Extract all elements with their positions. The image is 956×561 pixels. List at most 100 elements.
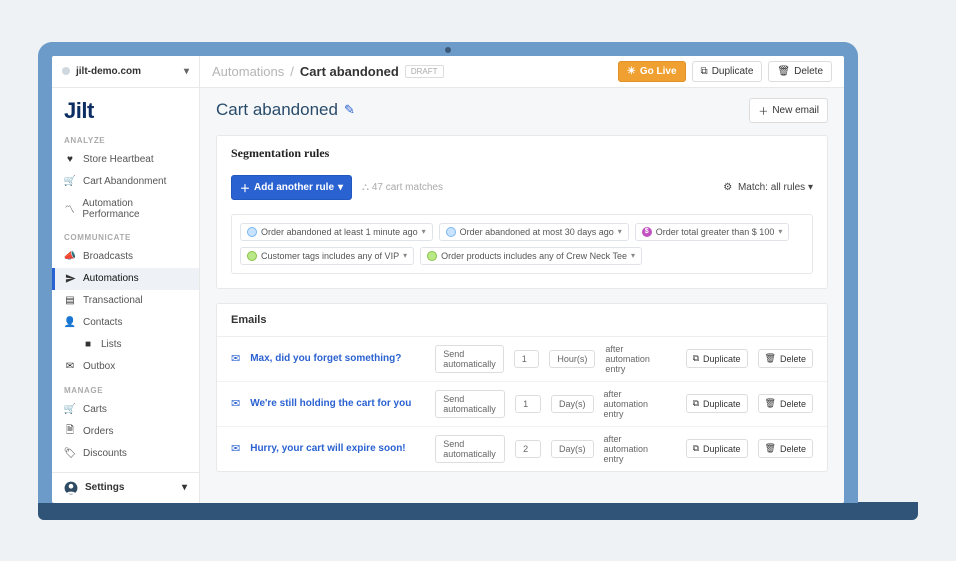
mail-icon: ✉ bbox=[64, 361, 76, 373]
domain-status-dot bbox=[62, 67, 70, 75]
sun-icon: ☀ bbox=[627, 66, 636, 77]
mail-icon: ✉ bbox=[231, 397, 240, 410]
nav-automation-perf[interactable]: 〽 Automation Performance bbox=[52, 193, 199, 225]
send-mode-select[interactable]: Send automatically bbox=[435, 345, 504, 373]
add-rule-label: Add another rule bbox=[254, 182, 334, 193]
after-label: after automation entry bbox=[604, 389, 666, 419]
email-subject-link[interactable]: Hurry, your cart will expire soon! bbox=[250, 443, 425, 454]
email-delete-button[interactable]: 🗑Delete bbox=[758, 439, 813, 458]
chevron-down-icon: ▾ bbox=[631, 251, 635, 260]
delay-unit-select[interactable]: Hour(s) bbox=[549, 350, 595, 368]
delay-amount-input[interactable]: 1 bbox=[515, 395, 541, 413]
list-icon: ▤ bbox=[64, 295, 76, 307]
line-chart-icon: 〽 bbox=[64, 203, 75, 215]
chevron-down-icon: ▾ bbox=[184, 66, 189, 77]
chevron-down-icon: ▾ bbox=[808, 182, 813, 193]
send-mode-select[interactable]: Send automatically bbox=[435, 435, 505, 463]
dollar-icon: $ bbox=[642, 227, 652, 237]
rule-pill[interactable]: Order abandoned at least 1 minute ago ▾ bbox=[240, 223, 433, 241]
nav-orders[interactable]: 🗎 Orders bbox=[52, 421, 199, 443]
nav-transactional[interactable]: ▤ Transactional bbox=[52, 290, 199, 312]
rule-text: Customer tags includes any of VIP bbox=[261, 251, 399, 261]
nav-label: Automation Performance bbox=[82, 198, 187, 220]
product-icon bbox=[427, 251, 437, 261]
delay-amount-input[interactable]: 1 bbox=[514, 350, 540, 368]
nav-carts[interactable]: 🛒 Carts bbox=[52, 399, 199, 421]
delete-label: Delete bbox=[794, 66, 823, 77]
chevron-down-icon: ▾ bbox=[778, 227, 782, 236]
edit-icon[interactable]: ✎ bbox=[344, 102, 355, 118]
nav-automations[interactable]: Automations bbox=[52, 268, 199, 290]
logo: Jilt bbox=[52, 88, 199, 128]
new-email-button[interactable]: ＋ New email bbox=[749, 98, 828, 123]
email-duplicate-button[interactable]: ⧉Duplicate bbox=[686, 349, 748, 368]
cart-icon: 🛒 bbox=[64, 404, 76, 416]
clock-icon bbox=[247, 227, 257, 237]
delay-unit-select[interactable]: Day(s) bbox=[551, 440, 594, 458]
rule-text: Order products includes any of Crew Neck… bbox=[441, 251, 627, 261]
breadcrumb-root[interactable]: Automations bbox=[212, 64, 284, 79]
nav-discounts[interactable]: 🏷 Discounts bbox=[52, 443, 199, 465]
emails-panel: Emails ✉ Max, did you forget something? … bbox=[216, 303, 828, 472]
after-label: after automation entry bbox=[605, 344, 665, 374]
clock-icon bbox=[446, 227, 456, 237]
copy-icon: ⧉ bbox=[693, 443, 699, 454]
rule-pill[interactable]: $ Order total greater than $ 100 ▾ bbox=[635, 223, 790, 241]
send-mode-select[interactable]: Send automatically bbox=[435, 390, 505, 418]
nav-label: Orders bbox=[83, 426, 114, 437]
user-icon: 👤 bbox=[64, 317, 76, 329]
tag-icon bbox=[247, 251, 257, 261]
nav-label: Discounts bbox=[83, 448, 127, 459]
email-delete-button[interactable]: 🗑Delete bbox=[758, 394, 813, 413]
go-live-label: Go Live bbox=[640, 66, 677, 77]
chevron-down-icon: ▾ bbox=[618, 227, 622, 236]
settings-label: Settings bbox=[85, 482, 124, 493]
draft-badge: DRAFT bbox=[405, 65, 444, 78]
rule-pill[interactable]: Order products includes any of Crew Neck… bbox=[420, 247, 642, 265]
square-icon: ■ bbox=[82, 339, 94, 351]
match-scope-label: Match: all rules bbox=[738, 182, 805, 193]
duplicate-button[interactable]: ⧉ Duplicate bbox=[692, 61, 763, 82]
domain-selector[interactable]: jilt-demo.com ▾ bbox=[52, 56, 199, 88]
content: Automations / Cart abandoned DRAFT ☀ Go … bbox=[200, 56, 844, 503]
nav-lists[interactable]: ■ Lists bbox=[52, 334, 199, 356]
nav-label: Carts bbox=[83, 404, 107, 415]
trash-icon: 🗑 bbox=[777, 66, 790, 77]
email-delete-button[interactable]: 🗑Delete bbox=[758, 349, 813, 368]
delete-button[interactable]: 🗑 Delete bbox=[768, 61, 832, 82]
email-duplicate-button[interactable]: ⧉Duplicate bbox=[686, 439, 748, 458]
segmentation-title: Segmentation rules bbox=[217, 136, 827, 169]
delay-unit-select[interactable]: Day(s) bbox=[551, 395, 594, 413]
segmentation-panel: Segmentation rules ＋ Add another rule ▾ … bbox=[216, 135, 828, 289]
nav-label: Cart Abandonment bbox=[83, 176, 166, 187]
go-live-button[interactable]: ☀ Go Live bbox=[618, 61, 686, 82]
nav-broadcasts[interactable]: 📣 Broadcasts bbox=[52, 246, 199, 268]
matches-count: ⛬ 47 cart matches bbox=[362, 182, 443, 193]
trash-icon: 🗑 bbox=[765, 443, 776, 454]
nav-outbox[interactable]: ✉ Outbox bbox=[52, 356, 199, 378]
email-duplicate-button[interactable]: ⧉Duplicate bbox=[686, 394, 748, 413]
domain-name: jilt-demo.com bbox=[76, 66, 141, 77]
email-row: ✉ Hurry, your cart will expire soon! Sen… bbox=[217, 427, 827, 471]
nav-store-heartbeat[interactable]: ♥ Store Heartbeat bbox=[52, 149, 199, 171]
copy-icon: ⧉ bbox=[701, 66, 708, 77]
nav-contacts[interactable]: 👤 Contacts bbox=[52, 312, 199, 334]
email-subject-link[interactable]: We're still holding the cart for you bbox=[250, 398, 425, 409]
nav-label: Transactional bbox=[83, 295, 143, 306]
add-rule-button[interactable]: ＋ Add another rule ▾ bbox=[231, 175, 352, 200]
email-subject-link[interactable]: Max, did you forget something? bbox=[250, 353, 425, 364]
plus-icon: ＋ bbox=[240, 180, 250, 195]
emails-title: Emails bbox=[217, 304, 827, 337]
chevron-down-icon: ▾ bbox=[182, 482, 187, 493]
rule-pill[interactable]: Order abandoned at most 30 days ago ▾ bbox=[439, 223, 629, 241]
chevron-down-icon: ▾ bbox=[422, 227, 426, 236]
settings-link[interactable]: Settings ▾ bbox=[52, 472, 199, 503]
nav-label: Store Heartbeat bbox=[83, 154, 154, 165]
delay-amount-input[interactable]: 2 bbox=[515, 440, 541, 458]
rule-pill[interactable]: Customer tags includes any of VIP ▾ bbox=[240, 247, 414, 265]
breadcrumb-current: Cart abandoned bbox=[300, 64, 399, 79]
match-scope-dropdown[interactable]: ⚙ Match: all rules ▾ bbox=[723, 182, 813, 193]
cart-icon: 🛒 bbox=[64, 176, 76, 188]
mail-icon: ✉ bbox=[231, 352, 240, 365]
nav-cart-abandonment[interactable]: 🛒 Cart Abandonment bbox=[52, 171, 199, 193]
